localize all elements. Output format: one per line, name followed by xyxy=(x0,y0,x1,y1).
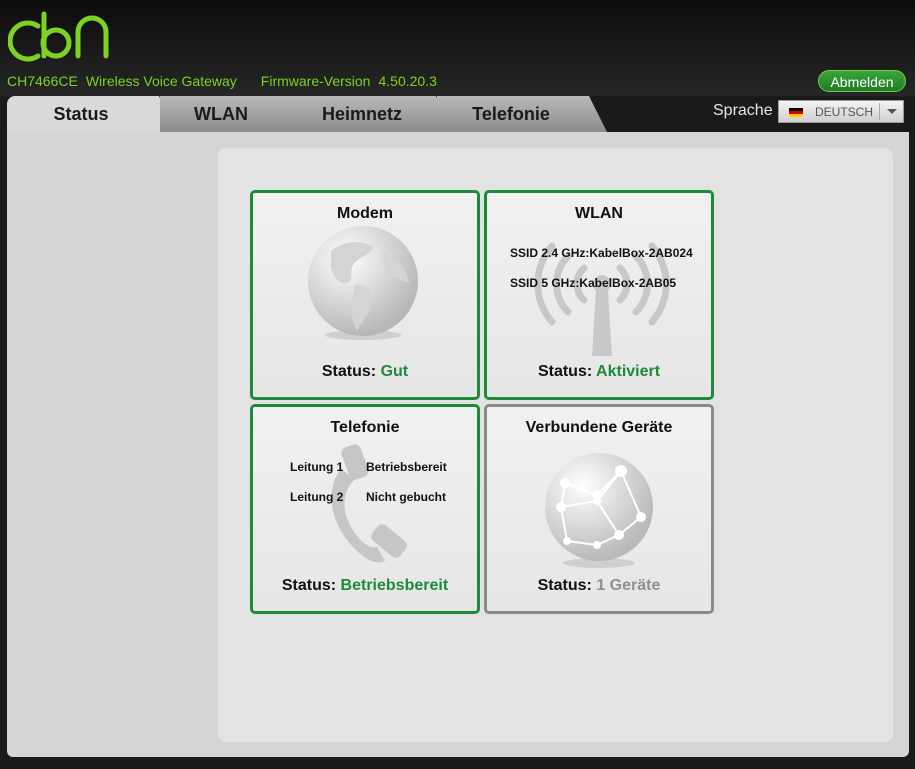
de-flag-icon xyxy=(789,108,803,117)
devices-status-label: Status: xyxy=(537,577,592,594)
wlan-status-label: Status: xyxy=(537,363,593,380)
devices-status: Status: 1 Geräte xyxy=(487,577,711,595)
tab-heimnetz-label: Heimnetz xyxy=(321,103,402,124)
telephony-card[interactable]: Telefonie Leitung 1 Betriebsbereit Leitu… xyxy=(250,404,480,614)
devices-card-title: Verbundene Geräte xyxy=(525,419,673,436)
tab-telefonie-label: Telefonie xyxy=(472,103,550,124)
wlan-ssid-24: SSID 2.4 GHz:KabelBox-2AB024 xyxy=(510,246,693,260)
modem-status-label: Status: xyxy=(321,363,377,380)
select-divider xyxy=(879,103,880,120)
tab-telefonie[interactable]: Telefonie xyxy=(437,96,607,132)
devices-status-value: 1 Geräte xyxy=(596,577,661,594)
device-model: CH7466CE xyxy=(7,73,78,89)
tab-status[interactable]: Status xyxy=(7,96,177,132)
modem-status-value: Gut xyxy=(380,363,409,380)
wlan-ssid-5: SSID 5 GHz:KabelBox-2AB05 xyxy=(510,276,677,290)
tab-wlan[interactable]: WLAN xyxy=(160,96,310,132)
modem-status: Status: Gut xyxy=(253,363,477,381)
line-2-name: Leitung 2 xyxy=(290,490,344,504)
modem-card[interactable]: Modem Status: Gut xyxy=(250,190,480,400)
wlan-card-title: WLAN xyxy=(575,205,623,222)
language-label: Sprache xyxy=(713,102,773,119)
network-globe-icon xyxy=(545,453,653,568)
telephony-status: Status: Betriebsbereit xyxy=(253,577,477,595)
language-selected: DEUTSCH xyxy=(815,105,874,119)
tab-wlan-label: WLAN xyxy=(194,103,248,124)
firmware-version: 4.50.20.3 xyxy=(378,73,437,89)
line-2-state: Nicht gebucht xyxy=(366,490,446,504)
telephony-card-title: Telefonie xyxy=(330,419,400,436)
language-select[interactable]: DEUTSCH xyxy=(778,100,904,123)
globe-icon xyxy=(308,226,418,340)
device-description: Wireless Voice Gateway xyxy=(85,73,237,89)
top-bar: CH7466CE Wireless Voice Gateway Firmware-V… xyxy=(0,0,915,96)
line-1-name: Leitung 1 xyxy=(290,460,344,474)
telephony-status-value: Betriebsbereit xyxy=(340,577,449,594)
connected-devices-card[interactable]: Verbundene Geräte Status: 1 Geräte xyxy=(484,404,714,614)
logout-button[interactable]: Abmelden xyxy=(818,70,906,92)
wlan-card[interactable]: WLAN SSID 2.4 GHz:KabelBox-2AB024 SSID 5… xyxy=(484,190,714,400)
telephony-status-label: Status: xyxy=(281,577,337,594)
phone-handset-icon xyxy=(331,444,407,563)
tab-heimnetz[interactable]: Heimnetz xyxy=(292,96,454,132)
wlan-status-value: Aktiviert xyxy=(596,363,661,380)
brand-logo xyxy=(8,11,109,62)
firmware-label: Firmware-Version xyxy=(260,73,371,89)
line-1-state: Betriebsbereit xyxy=(366,460,447,474)
chevron-down-icon[interactable] xyxy=(887,109,897,114)
tab-status-label: Status xyxy=(53,103,109,124)
wlan-status: Status: Aktiviert xyxy=(487,363,711,381)
device-info: CH7466CE Wireless Voice Gateway Firmware-V… xyxy=(7,73,461,89)
modem-card-title: Modem xyxy=(337,205,393,222)
content-panel: Modem Status: Gut WLAN SSID 2.4 GHz:Kabe… xyxy=(218,148,893,742)
